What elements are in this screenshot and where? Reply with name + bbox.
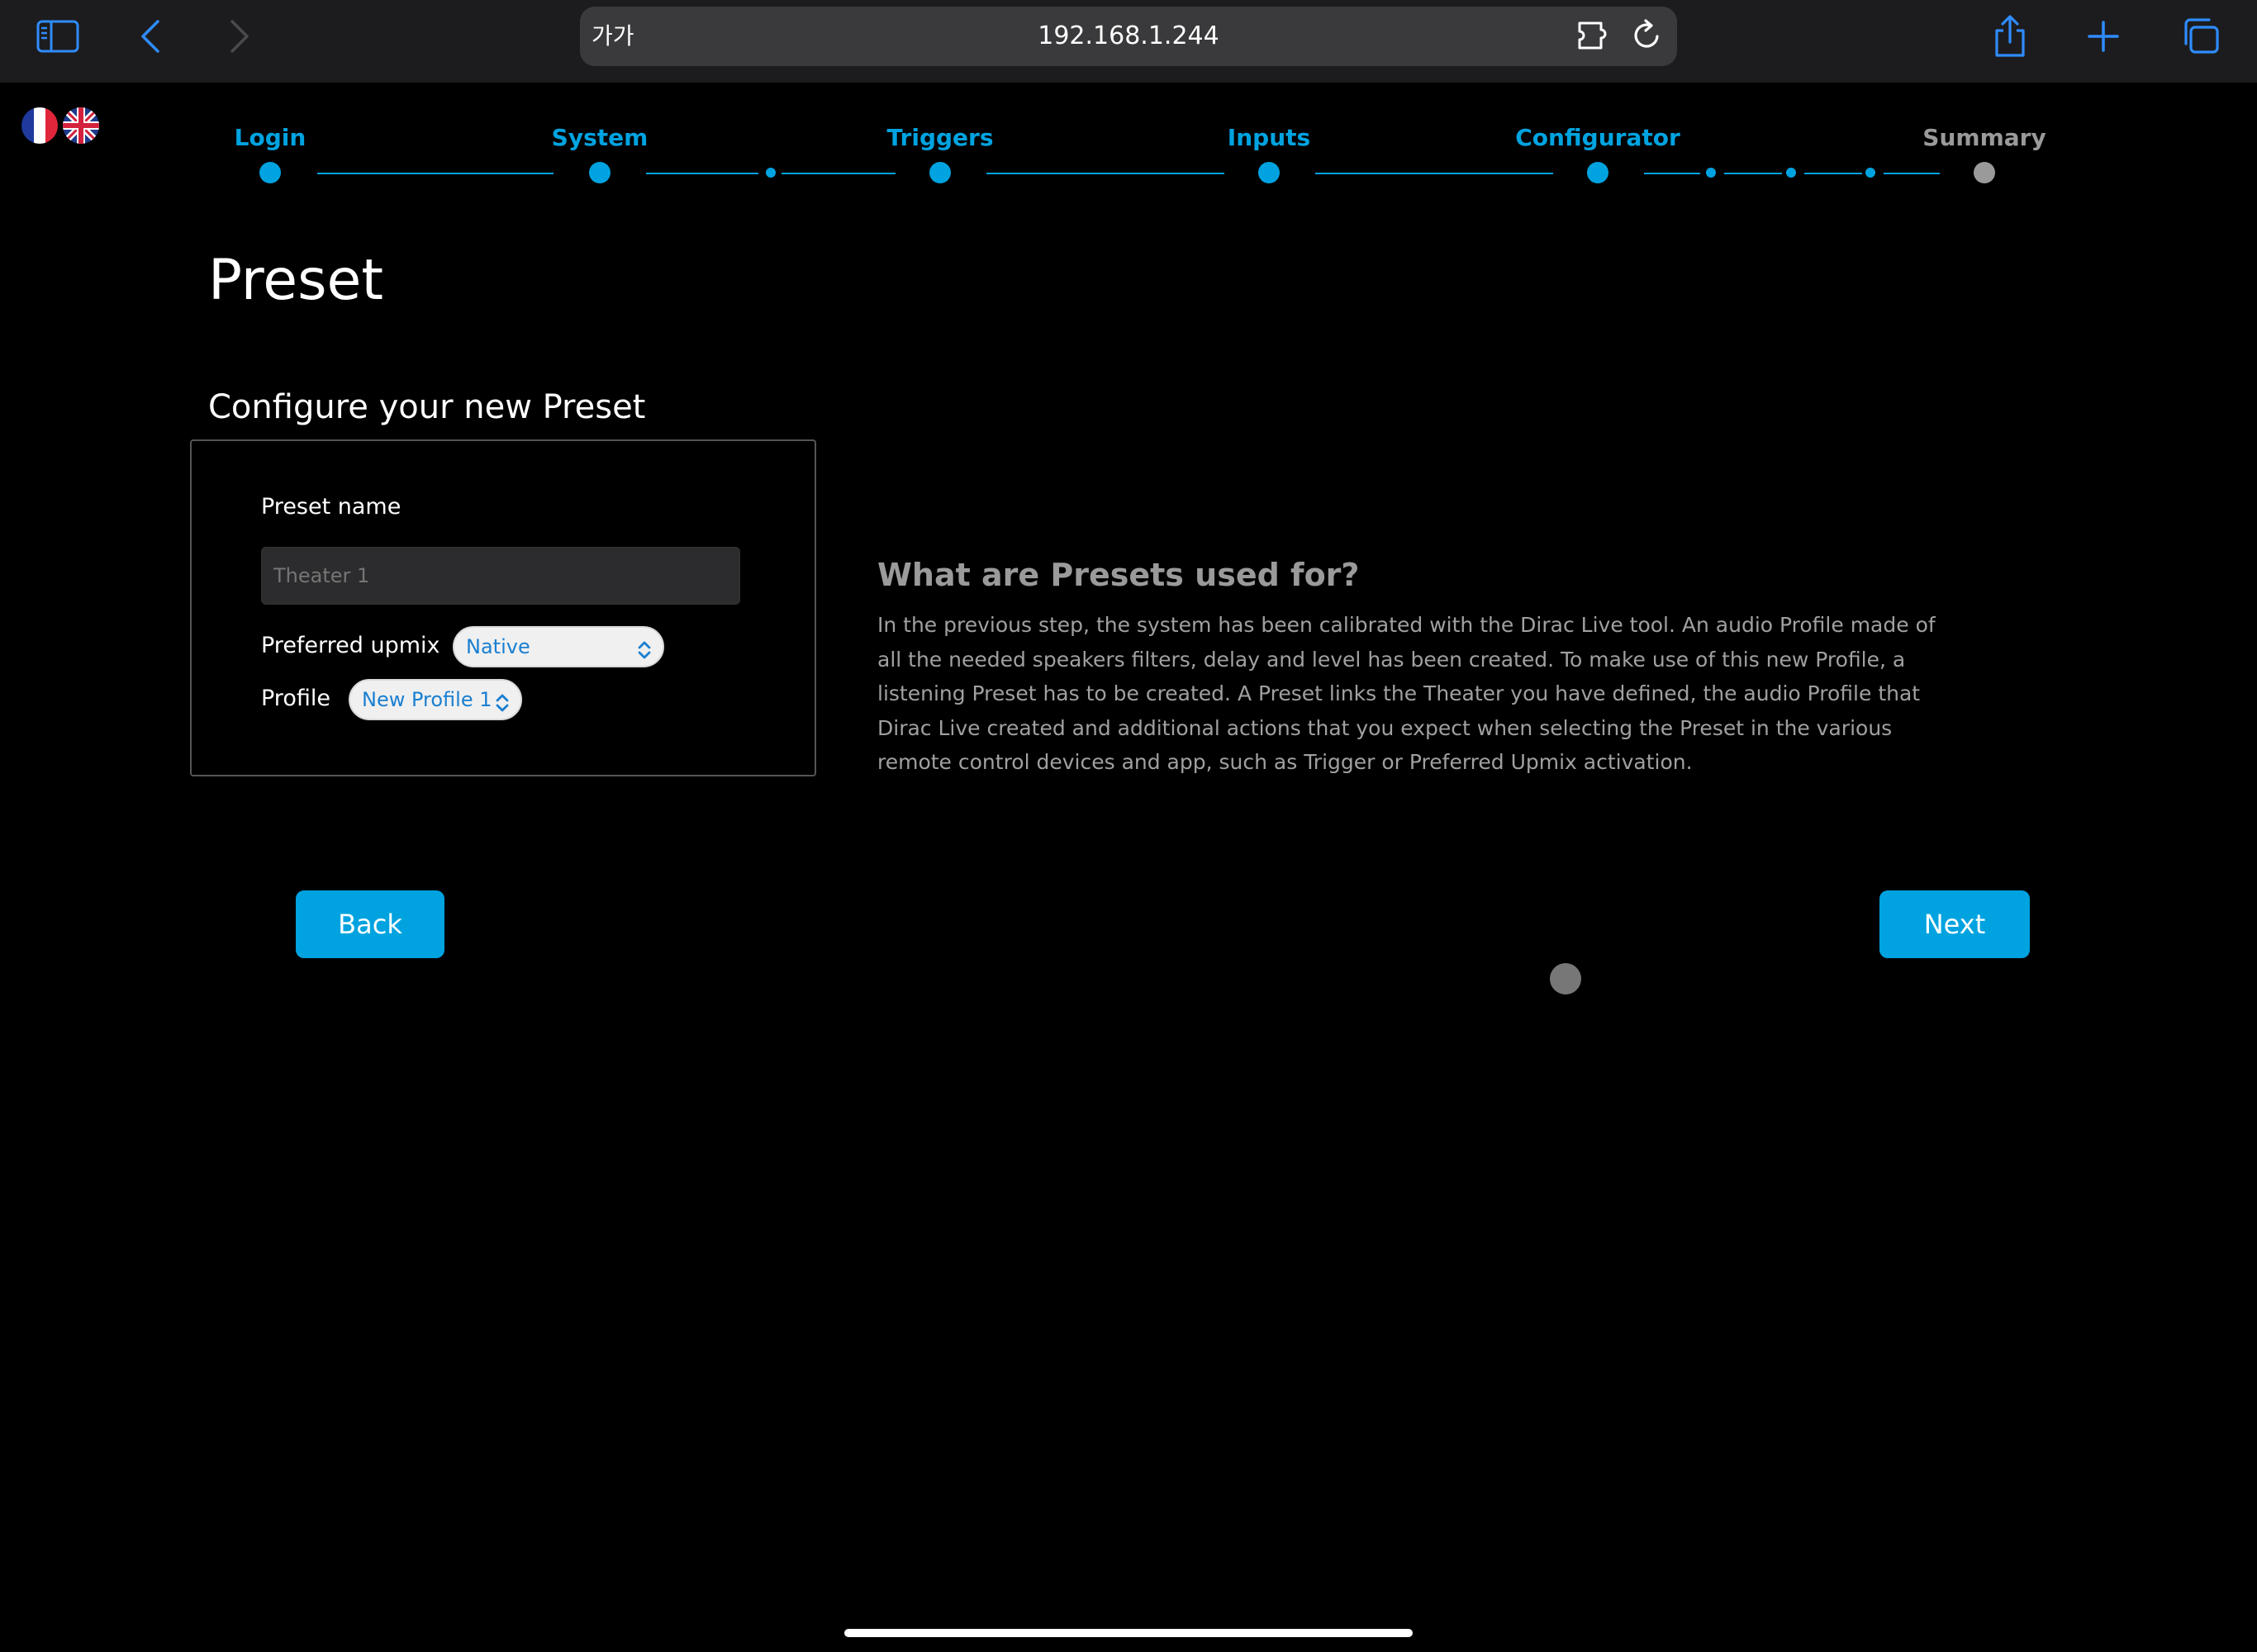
touch-indicator bbox=[1550, 963, 1581, 995]
preset-name-label: Preset name bbox=[261, 494, 402, 520]
forward-icon[interactable] bbox=[223, 12, 256, 61]
preset-name-input[interactable] bbox=[261, 547, 740, 605]
sidebar-icon[interactable] bbox=[33, 12, 83, 61]
back-button[interactable]: Back bbox=[296, 890, 444, 958]
step-inputs[interactable]: Inputs bbox=[1228, 124, 1310, 151]
step-connector bbox=[1884, 173, 1940, 174]
new-tab-icon[interactable] bbox=[2086, 12, 2121, 61]
profile-value: New Profile 1 bbox=[362, 688, 492, 711]
help-title: What are Presets used for? bbox=[877, 557, 1360, 593]
substep-dot bbox=[766, 168, 776, 178]
extension-icon[interactable] bbox=[1576, 20, 1611, 55]
flag-english-icon[interactable] bbox=[63, 107, 99, 144]
step-connector bbox=[782, 173, 896, 174]
tabs-icon[interactable] bbox=[2181, 12, 2221, 61]
chevron-updown-icon bbox=[636, 636, 653, 674]
upmix-label: Preferred upmix bbox=[261, 633, 440, 658]
step-connector bbox=[317, 173, 554, 174]
step-connector bbox=[1644, 173, 1700, 174]
page-title: Preset bbox=[208, 248, 384, 313]
step-connector bbox=[1315, 173, 1553, 174]
step-login[interactable]: Login bbox=[235, 124, 306, 151]
step-dot-triggers bbox=[929, 162, 951, 183]
substep-dot bbox=[1706, 168, 1716, 178]
upmix-select[interactable]: Native bbox=[453, 626, 664, 667]
home-indicator[interactable] bbox=[844, 1629, 1413, 1637]
back-icon[interactable] bbox=[134, 12, 167, 61]
next-button[interactable]: Next bbox=[1879, 890, 2030, 958]
reload-icon[interactable] bbox=[1631, 18, 1664, 56]
help-text: In the previous step, the system has bee… bbox=[877, 613, 1936, 774]
step-triggers[interactable]: Triggers bbox=[887, 124, 994, 151]
step-dot-login bbox=[259, 162, 281, 183]
step-configurator[interactable]: Configurator bbox=[1515, 124, 1680, 151]
step-dot-summary bbox=[1974, 162, 1995, 183]
step-connector bbox=[1804, 173, 1862, 174]
share-icon[interactable] bbox=[1991, 12, 2029, 61]
browser-toolbar: 가가 192.168.1.244 bbox=[0, 0, 2257, 83]
profile-select[interactable]: New Profile 1 bbox=[349, 679, 522, 720]
substep-dot bbox=[1786, 168, 1796, 178]
step-connector bbox=[646, 173, 758, 174]
step-system[interactable]: System bbox=[552, 124, 649, 151]
flag-french-icon[interactable] bbox=[21, 107, 58, 144]
step-dot-inputs bbox=[1258, 162, 1280, 183]
address-bar[interactable]: 가가 192.168.1.244 bbox=[580, 7, 1677, 66]
upmix-value: Native bbox=[466, 635, 530, 658]
section-title: Configure your new Preset bbox=[208, 388, 646, 426]
step-dot-configurator bbox=[1587, 162, 1608, 183]
substep-dot bbox=[1865, 168, 1875, 178]
url-text: 192.168.1.244 bbox=[1038, 21, 1219, 50]
profile-label: Profile bbox=[261, 686, 330, 711]
preset-form-card: Preset name Preferred upmix Native Profi… bbox=[190, 439, 816, 776]
chevron-updown-icon bbox=[494, 689, 511, 727]
step-connector bbox=[986, 173, 1224, 174]
step-summary[interactable]: Summary bbox=[1922, 124, 2046, 151]
step-dot-system bbox=[589, 162, 611, 183]
step-connector bbox=[1724, 173, 1782, 174]
